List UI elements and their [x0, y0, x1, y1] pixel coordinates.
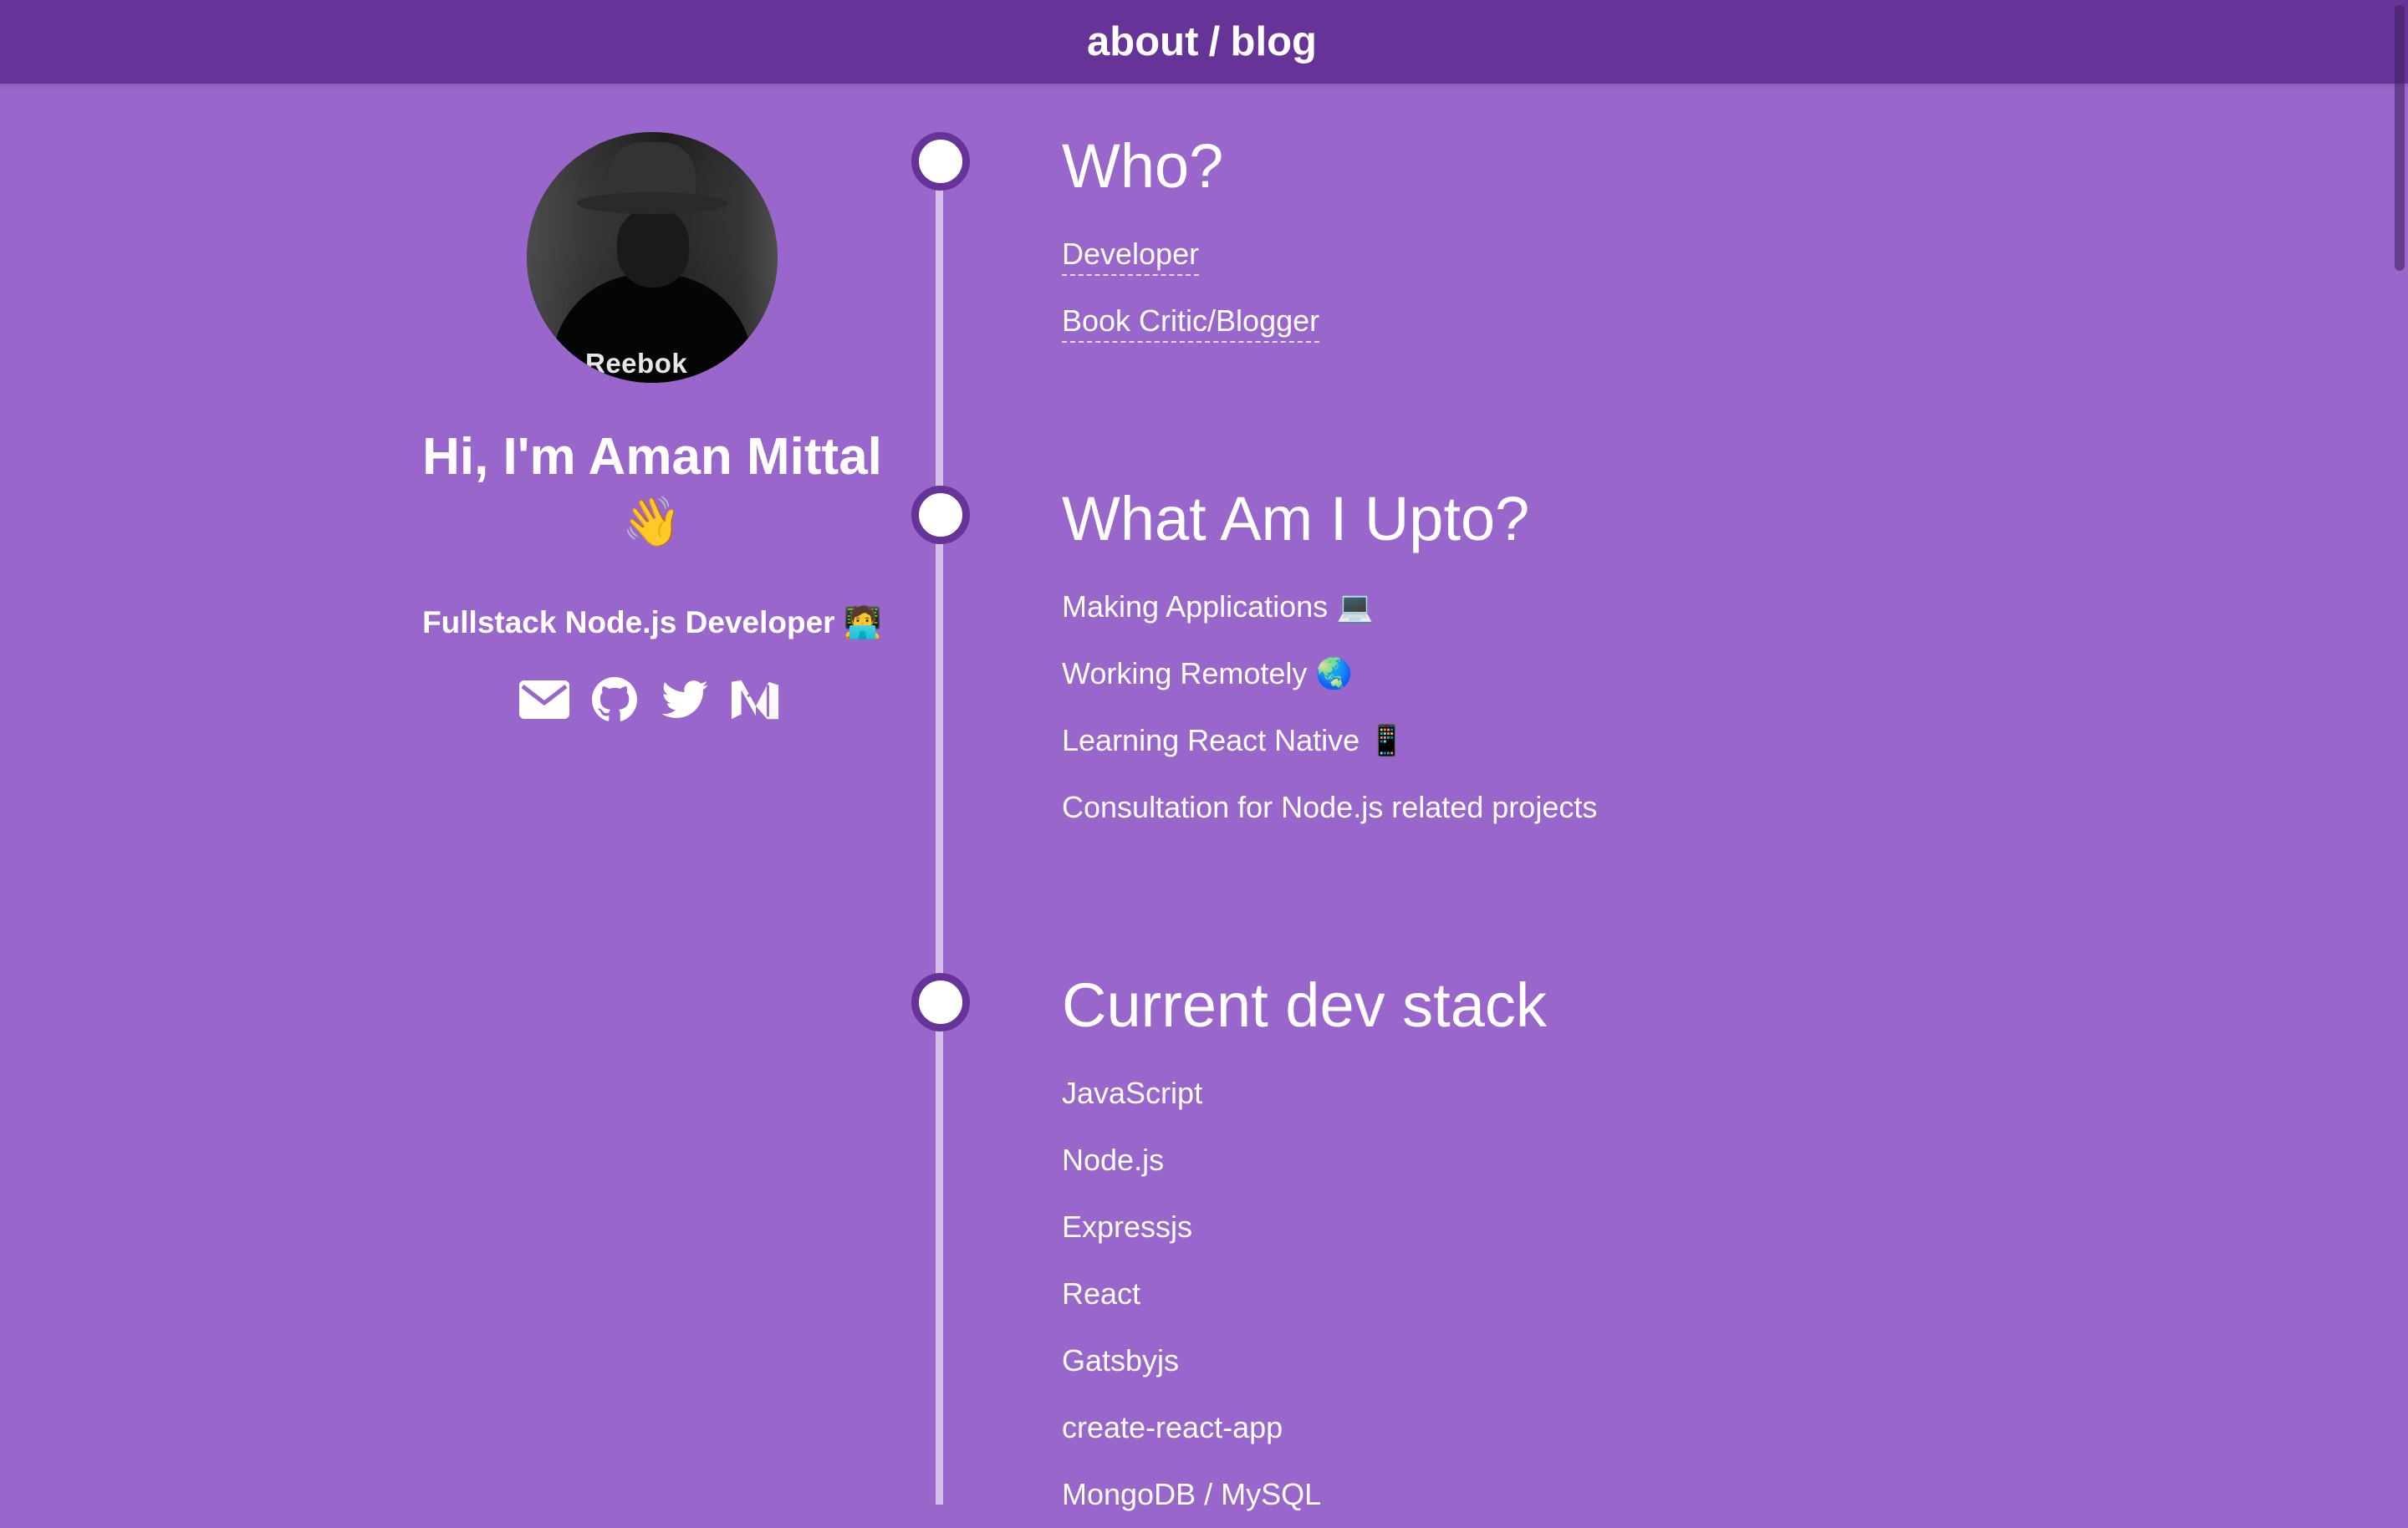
upto-list: Making Applications 💻 Working Remotely 🌏…	[1062, 573, 2232, 841]
avatar: Reebok	[527, 132, 778, 383]
section-title: What Am I Upto?	[1062, 484, 1530, 553]
list-item: Developer	[1062, 221, 2232, 288]
section-upto: What Am I Upto? Making Applications 💻 Wo…	[1062, 488, 2232, 841]
profile-card: Reebok Hi, I'm Aman Mittal 👋 Fullstack N…	[368, 132, 936, 723]
list-item: Making Applications 💻	[1062, 589, 1375, 624]
scrollbar-thumb[interactable]	[2395, 5, 2405, 271]
section-title: Current dev stack	[1062, 970, 1547, 1040]
section-title: Who?	[1062, 131, 1224, 201]
list-item: JavaScript	[1062, 1076, 1203, 1110]
list-item: Learning React Native 📱	[1062, 723, 1406, 757]
greeting-text: Hi, I'm Aman Mittal	[422, 428, 882, 486]
nav-links: about / blog	[1087, 18, 1317, 65]
list-item: Book Critic/Blogger	[1062, 288, 2232, 354]
book-critic-link[interactable]: Book Critic/Blogger	[1062, 303, 1320, 343]
twitter-icon[interactable]	[660, 676, 710, 723]
list-item: create-react-app	[1062, 1410, 1283, 1444]
envelope-icon[interactable]	[519, 676, 569, 723]
avatar-shirt-logo: Reebok	[585, 348, 688, 379]
nav-blog-link[interactable]: blog	[1231, 18, 1317, 65]
who-list: Developer Book Critic/Blogger	[1062, 221, 2232, 354]
social-links	[363, 676, 936, 723]
medium-icon[interactable]	[730, 676, 780, 723]
tagline: Fullstack Node.js Developer 🧑‍💻	[422, 605, 882, 639]
github-icon[interactable]	[589, 676, 640, 723]
timeline-dot-who	[911, 132, 970, 191]
list-item: Gatsbyjs	[1062, 1343, 1180, 1378]
nav-separator: /	[1208, 19, 1221, 64]
list-item: MongoDB / MySQL	[1062, 1477, 1322, 1511]
list-item: React	[1062, 1276, 1141, 1311]
list-item: Node.js	[1062, 1143, 1165, 1177]
nav-about-link[interactable]: about	[1087, 18, 1198, 65]
vertical-scrollbar[interactable]	[2390, 0, 2408, 1505]
section-who: Who? Developer Book Critic/Blogger	[1062, 135, 2232, 354]
timeline-dot-stack	[911, 973, 970, 1031]
developer-link[interactable]: Developer	[1062, 237, 1200, 276]
waving-hand-icon: 👋	[621, 495, 683, 549]
greeting-heading: Hi, I'm Aman Mittal 👋	[368, 425, 936, 555]
timeline-dot-upto	[911, 486, 970, 544]
timeline-line	[936, 159, 943, 1505]
stack-list: JavaScript Node.js Expressjs React Gatsb…	[1062, 1060, 2232, 1528]
list-item: Consultation for Node.js related project…	[1062, 790, 1598, 824]
list-item: Expressjs	[1062, 1210, 1193, 1244]
section-stack: Current dev stack JavaScript Node.js Exp…	[1062, 975, 2232, 1528]
list-item: Working Remotely 🌏	[1062, 656, 1354, 690]
top-navbar: about / blog	[0, 0, 2408, 84]
